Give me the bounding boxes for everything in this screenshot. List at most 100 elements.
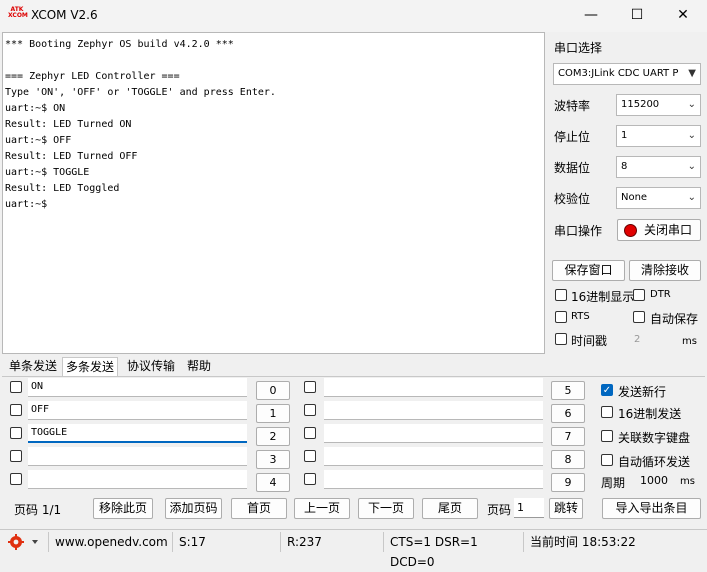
remove-page-button[interactable]: 移除此页 <box>93 498 153 519</box>
console-line: *** Booting Zephyr OS build v4.2.0 *** <box>5 39 234 50</box>
baud-select[interactable]: 115200 ⌄ <box>616 94 701 116</box>
clear-receive-button[interactable]: 清除接收 <box>629 260 701 281</box>
stop-bits-value: 1 <box>621 130 628 141</box>
send-field[interactable] <box>324 378 543 397</box>
prev-page-button[interactable]: 上一页 <box>294 498 350 519</box>
send-button-4[interactable]: 4 <box>256 473 290 492</box>
chevron-down-icon: ⌄ <box>687 192 696 203</box>
status-received: R:237 <box>280 532 382 552</box>
status-url[interactable]: www.openedv.com <box>48 532 170 552</box>
send-field[interactable]: TOGGLE <box>28 424 247 443</box>
send-button-0[interactable]: 0 <box>256 381 290 400</box>
period-label: 周期 <box>601 476 626 490</box>
receive-console[interactable]: *** Booting Zephyr OS build v4.2.0 *** =… <box>2 32 545 354</box>
send-button-6[interactable]: 6 <box>551 404 585 423</box>
window-title: XCOM V2.6 <box>31 8 98 22</box>
console-line: uart:~$ ON <box>5 103 66 114</box>
period-input[interactable]: 1000 <box>638 472 676 489</box>
data-bits-select[interactable]: 8 ⌄ <box>616 156 701 178</box>
port-select[interactable]: COM3:JLink CDC UART P ▼ <box>553 63 701 85</box>
auto-save-checkbox[interactable] <box>633 311 645 323</box>
send-row-checkbox[interactable] <box>304 450 316 462</box>
chevron-down-icon: ▼ <box>688 68 696 79</box>
send-field[interactable] <box>28 470 247 489</box>
tab-help[interactable]: 帮助 <box>184 357 214 376</box>
page-label: 页码 <box>487 503 512 517</box>
console-line: Result: LED Turned ON <box>5 119 132 130</box>
send-field[interactable]: OFF <box>28 401 247 420</box>
send-field[interactable] <box>324 470 543 489</box>
minimize-button[interactable]: — <box>568 0 614 32</box>
send-newline-checkbox[interactable]: ✓ <box>601 384 613 396</box>
send-field[interactable] <box>324 401 543 420</box>
send-row-checkbox[interactable] <box>10 381 22 393</box>
tab-single-send[interactable]: 单条发送 <box>6 357 60 376</box>
console-line: uart:~$ OFF <box>5 135 72 146</box>
tab-multi-send[interactable]: 多条发送 <box>62 357 119 376</box>
hex-display-checkbox[interactable] <box>555 289 567 301</box>
dtr-checkbox[interactable] <box>633 289 645 301</box>
send-row-checkbox[interactable] <box>10 404 22 416</box>
rts-checkbox[interactable] <box>555 311 567 323</box>
timestamp-input[interactable]: 2 <box>632 331 676 348</box>
page-input[interactable]: 1 <box>514 498 544 518</box>
auto-loop-label: 自动循环发送 <box>618 455 691 469</box>
send-row-checkbox[interactable] <box>304 473 316 485</box>
send-newline-label: 发送新行 <box>618 385 667 399</box>
send-row-checkbox[interactable] <box>10 450 22 462</box>
send-row-checkbox[interactable] <box>304 427 316 439</box>
chevron-down-icon: ⌄ <box>687 161 696 172</box>
status-signals: CTS=1 DSR=1 DCD=0 <box>383 532 523 569</box>
send-button-3[interactable]: 3 <box>256 450 290 469</box>
data-bits-value: 8 <box>621 161 628 172</box>
settings-gear-icon[interactable] <box>6 533 40 551</box>
tab-protocol[interactable]: 协议传输 <box>124 357 178 376</box>
hex-send-label: 16进制发送 <box>618 407 682 421</box>
send-field[interactable]: ON <box>28 378 247 397</box>
maximize-button[interactable]: ☐ <box>614 0 660 32</box>
send-field[interactable] <box>324 447 543 466</box>
add-page-button[interactable]: 添加页码 <box>165 498 222 519</box>
app-logo-icon: ATK XCOM <box>8 6 28 19</box>
send-button-5[interactable]: 5 <box>551 381 585 400</box>
send-button-1[interactable]: 1 <box>256 404 290 423</box>
close-port-button[interactable]: 关闭串口 <box>617 219 701 241</box>
next-page-button[interactable]: 下一页 <box>358 498 414 519</box>
send-field[interactable] <box>324 424 543 443</box>
close-port-label: 关闭串口 <box>644 223 693 237</box>
send-row-checkbox[interactable] <box>304 381 316 393</box>
console-line: uart:~$ <box>5 199 48 210</box>
send-button-8[interactable]: 8 <box>551 450 585 469</box>
hex-display-label: 16进制显示 <box>571 290 635 304</box>
send-button-7[interactable]: 7 <box>551 427 585 446</box>
port-operation-label: 串口操作 <box>554 224 603 238</box>
hex-send-checkbox[interactable] <box>601 406 613 418</box>
period-unit: ms <box>680 476 695 487</box>
send-row-checkbox[interactable] <box>10 427 22 439</box>
last-page-button[interactable]: 尾页 <box>422 498 478 519</box>
numpad-checkbox[interactable] <box>601 430 613 442</box>
jump-button[interactable]: 跳转 <box>549 498 583 519</box>
parity-select[interactable]: None ⌄ <box>616 187 701 209</box>
baud-value: 115200 <box>621 99 660 110</box>
send-row-checkbox[interactable] <box>304 404 316 416</box>
status-sent: S:17 <box>172 532 280 552</box>
first-page-button[interactable]: 首页 <box>231 498 287 519</box>
send-button-2[interactable]: 2 <box>256 427 290 446</box>
stop-bits-label: 停止位 <box>554 130 591 144</box>
rts-label: RTS <box>571 311 590 322</box>
dtr-label: DTR <box>650 289 671 300</box>
send-button-9[interactable]: 9 <box>551 473 585 492</box>
timestamp-unit: ms <box>682 336 697 347</box>
gear-icon <box>8 534 38 550</box>
status-time: 当前时间 18:53:22 <box>523 532 673 552</box>
auto-loop-checkbox[interactable] <box>601 454 613 466</box>
save-window-button[interactable]: 保存窗口 <box>552 260 625 281</box>
send-row-checkbox[interactable] <box>10 473 22 485</box>
parity-value: None <box>621 192 648 203</box>
timestamp-checkbox[interactable] <box>555 333 567 345</box>
import-export-button[interactable]: 导入导出条目 <box>602 498 701 519</box>
send-field[interactable] <box>28 447 247 466</box>
stop-bits-select[interactable]: 1 ⌄ <box>616 125 701 147</box>
close-button[interactable]: ✕ <box>660 0 706 32</box>
